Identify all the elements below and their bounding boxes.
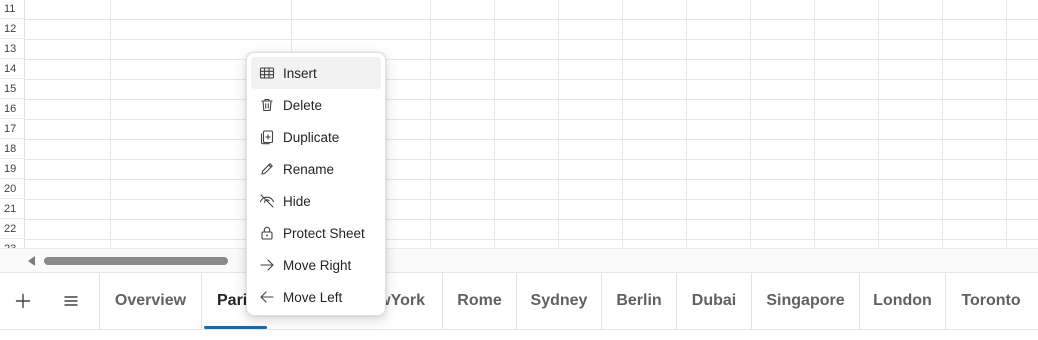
menu-item-rename[interactable]: Rename: [251, 153, 381, 185]
gridline: [494, 0, 495, 248]
tab-label: Overview: [114, 292, 187, 309]
scroll-left-arrow-icon[interactable]: [28, 256, 35, 266]
gridline: [558, 0, 559, 248]
active-tab-indicator: [204, 326, 267, 329]
row-header-19[interactable]: 19: [0, 159, 24, 179]
all-sheets-button[interactable]: [48, 273, 94, 329]
horizontal-scrollbar[interactable]: [0, 248, 1038, 272]
menu-item-label: Insert: [283, 65, 317, 81]
row-header-18[interactable]: 18: [0, 139, 24, 159]
menu-item-delete[interactable]: Delete: [251, 89, 381, 121]
tab-sydney[interactable]: Sydney: [516, 273, 601, 329]
scrollbar-thumb[interactable]: [44, 257, 228, 265]
pencil-icon: [259, 161, 275, 177]
menu-item-move-right[interactable]: Move Right: [251, 249, 381, 281]
row-header-20[interactable]: 20: [0, 179, 24, 199]
cell-area[interactable]: [25, 0, 1038, 248]
add-sheet-button[interactable]: [0, 273, 46, 329]
row-header-17[interactable]: 17: [0, 119, 24, 139]
arrow-right-icon: [259, 257, 275, 273]
gridline: [25, 219, 1038, 220]
row-header-15[interactable]: 15: [0, 79, 24, 99]
gridline: [1006, 0, 1007, 248]
row-header-22[interactable]: 22: [0, 219, 24, 239]
gridline: [878, 0, 879, 248]
gridline: [25, 139, 1038, 140]
row-header-23[interactable]: 23: [0, 239, 24, 248]
tab-rome[interactable]: Rome: [442, 273, 516, 329]
hamburger-icon: [64, 296, 78, 306]
menu-item-label: Rename: [283, 161, 335, 177]
gridline: [750, 0, 751, 248]
tab-label: Singapore: [766, 292, 845, 309]
gridline: [814, 0, 815, 248]
tab-london[interactable]: London: [859, 273, 945, 329]
gridline: [25, 119, 1038, 120]
menu-item-duplicate[interactable]: Duplicate: [251, 121, 381, 153]
row-header-column: 11 12 13 14 15 16 17 18 19 20 21 22 23: [0, 0, 25, 248]
tab-label: Rome: [457, 292, 502, 309]
tab-overview[interactable]: Overview: [99, 273, 201, 329]
gridline: [25, 59, 1038, 60]
gridline: [110, 0, 111, 248]
gridline: [430, 0, 431, 248]
arrow-left-icon: [259, 289, 275, 305]
duplicate-icon: [259, 129, 275, 145]
gridline: [25, 159, 1038, 160]
gridline: [25, 199, 1038, 200]
menu-item-label: Delete: [283, 97, 323, 113]
tab-label: Toronto: [961, 292, 1021, 309]
menu-item-protect-sheet[interactable]: Protect Sheet: [251, 217, 381, 249]
gridline: [25, 99, 1038, 100]
gridline: [25, 239, 1038, 240]
tab-label: Berlin: [616, 292, 662, 309]
gridline: [25, 39, 1038, 40]
gridline: [686, 0, 687, 248]
menu-item-move-left[interactable]: Move Left: [251, 281, 381, 313]
row-header-11[interactable]: 11: [0, 0, 24, 19]
tab-toronto[interactable]: Toronto: [945, 273, 1036, 329]
sheet-tab-bar: Overview Pari wYork Rome Sydney Berlin D…: [0, 272, 1038, 330]
row-header-12[interactable]: 12: [0, 19, 24, 39]
lock-icon: [259, 225, 275, 241]
trash-icon: [259, 97, 275, 113]
tab-label: London: [873, 292, 932, 309]
menu-item-label: Hide: [283, 193, 311, 209]
gridline: [25, 79, 1038, 80]
gridline: [25, 179, 1038, 180]
gridline: [942, 0, 943, 248]
menu-item-hide[interactable]: Hide: [251, 185, 381, 217]
menu-item-label: Duplicate: [283, 129, 340, 145]
plus-icon: [15, 293, 31, 309]
sheet-context-menu: Insert Delete Duplicate Rename Hide Prot…: [246, 52, 386, 316]
table-insert-icon: [259, 65, 275, 81]
row-header-21[interactable]: 21: [0, 199, 24, 219]
tab-label: Pari: [217, 292, 248, 309]
menu-item-insert[interactable]: Insert: [251, 57, 381, 89]
menu-item-label: Move Right: [283, 257, 352, 273]
tab-singapore[interactable]: Singapore: [751, 273, 859, 329]
tab-label: Sydney: [530, 292, 588, 309]
row-header-16[interactable]: 16: [0, 99, 24, 119]
tab-label: Dubai: [691, 292, 737, 309]
row-header-14[interactable]: 14: [0, 59, 24, 79]
gridline: [25, 19, 1038, 20]
row-header-13[interactable]: 13: [0, 39, 24, 59]
menu-item-label: Move Left: [283, 289, 343, 305]
eye-off-icon: [259, 193, 275, 209]
gridline: [622, 0, 623, 248]
spreadsheet-grid[interactable]: 11 12 13 14 15 16 17 18 19 20 21 22 23: [0, 0, 1038, 248]
tab-dubai[interactable]: Dubai: [676, 273, 751, 329]
tab-berlin[interactable]: Berlin: [601, 273, 676, 329]
menu-item-label: Protect Sheet: [283, 225, 365, 241]
